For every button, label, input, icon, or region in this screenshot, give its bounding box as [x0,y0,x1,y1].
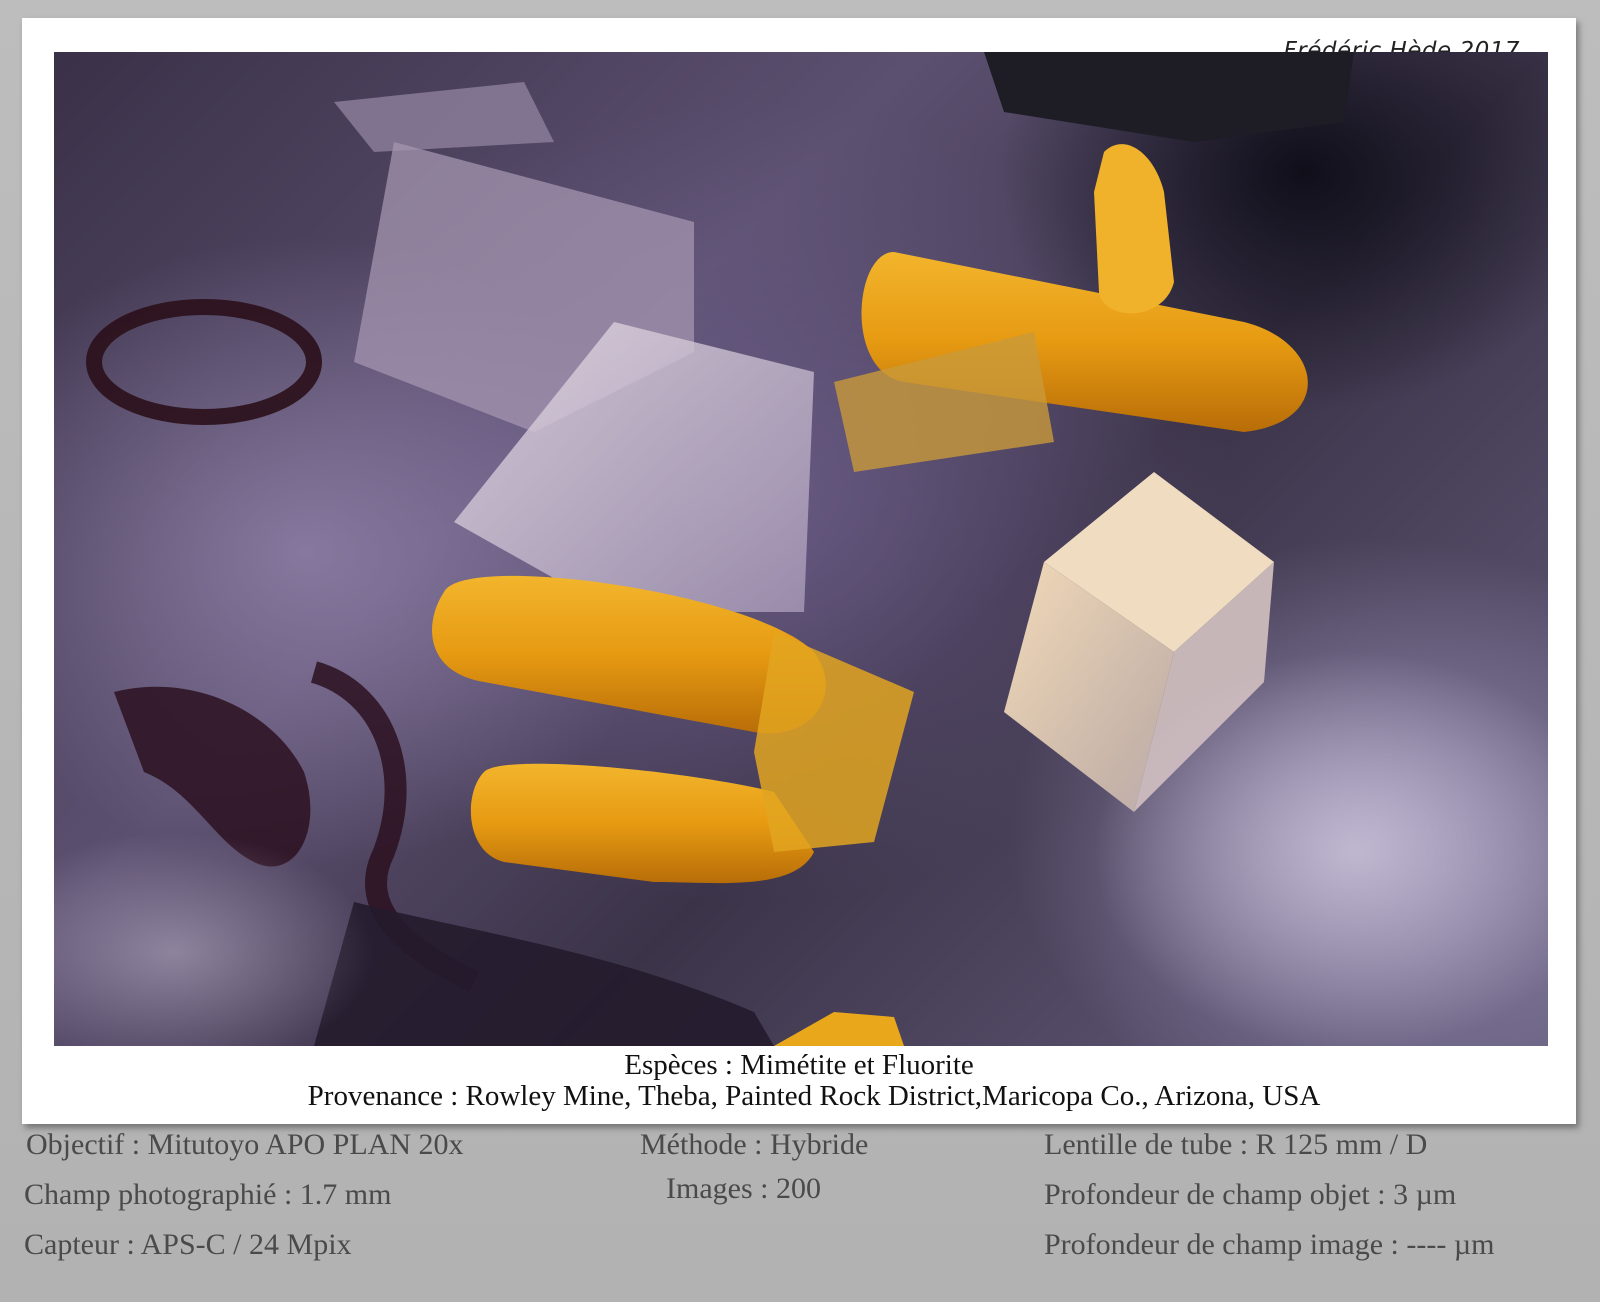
fluorite-cube-left [334,82,554,152]
tube-lens-info: Lentille de tube : R 125 mm / D [1044,1128,1428,1161]
dark-matrix-bottom [314,902,774,1046]
mimetite-crystal-top [834,144,1308,472]
images-info: Images : 200 [666,1172,821,1205]
sensor-info: Capteur : APS-C / 24 Mpix [24,1228,352,1261]
object-dof-info: Profondeur de champ objet : 3 µm [1044,1178,1457,1211]
hematite-ring [86,299,322,425]
field-info: Champ photographié : 1.7 mm [24,1178,392,1211]
photo-illustration [54,52,1548,1046]
dark-crystal-top [984,52,1354,142]
mimetite-crystal-bottom [774,1012,904,1046]
image-dof-info: Profondeur de champ image : ---- µm [1044,1228,1495,1261]
mineral-photo [54,52,1548,1046]
photo-card: Frédéric Hède 2017 [22,18,1576,1124]
species-line: Espèces : Mimétite et Fluorite [624,1049,974,1081]
objective-info: Objectif : Mitutoyo APO PLAN 20x [26,1128,464,1161]
method-info: Méthode : Hybride [640,1128,869,1161]
provenance-line: Provenance : Rowley Mine, Theba, Painted… [307,1080,1321,1112]
photo-caption: Espèces : Mimétite et Fluorite Provenanc… [22,1050,1576,1112]
